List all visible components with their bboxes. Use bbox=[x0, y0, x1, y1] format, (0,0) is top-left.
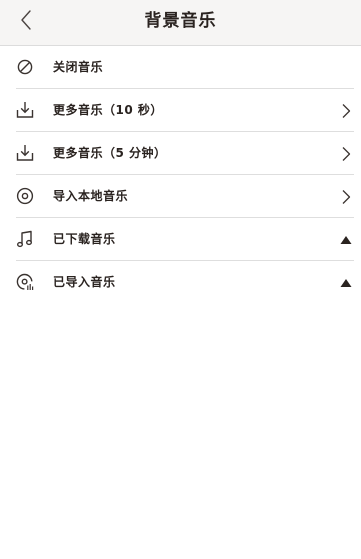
background-music-menu: 关闭音乐 更多音乐（10 秒） 更多音乐（5 分钟） 导入本地音乐 已下载音乐 … bbox=[0, 46, 361, 304]
menu-item-imported-music[interactable]: 已导入音乐 bbox=[0, 261, 361, 304]
menu-item-label: 已下载音乐 bbox=[53, 232, 116, 246]
disabled-icon bbox=[15, 57, 35, 77]
page-title: 背景音乐 bbox=[144, 11, 217, 31]
chevron-right-icon bbox=[338, 188, 354, 205]
menu-item-more-music-5min[interactable]: 更多音乐（5 分钟） bbox=[0, 132, 361, 175]
menu-item-downloaded-music[interactable]: 已下载音乐 bbox=[0, 218, 361, 261]
chevron-left-icon bbox=[19, 9, 33, 35]
triangle-up-icon bbox=[338, 231, 354, 248]
menu-item-label: 更多音乐（10 秒） bbox=[53, 103, 163, 117]
menu-item-label: 导入本地音乐 bbox=[53, 189, 129, 203]
triangle-up-icon bbox=[338, 274, 354, 291]
disc-icon bbox=[15, 186, 35, 206]
menu-item-music-off[interactable]: 关闭音乐 bbox=[0, 46, 361, 89]
menu-item-import-local-music[interactable]: 导入本地音乐 bbox=[0, 175, 361, 218]
header-bar: 背景音乐 bbox=[0, 0, 361, 46]
chevron-right-icon bbox=[338, 145, 354, 162]
menu-item-label: 更多音乐（5 分钟） bbox=[53, 146, 167, 160]
chevron-right-icon bbox=[338, 102, 354, 119]
music-note-icon bbox=[15, 229, 35, 249]
back-button[interactable] bbox=[10, 6, 42, 38]
download-icon bbox=[15, 100, 35, 120]
menu-item-label: 已导入音乐 bbox=[53, 275, 116, 289]
menu-item-label: 关闭音乐 bbox=[53, 60, 104, 74]
menu-item-more-music-10s[interactable]: 更多音乐（10 秒） bbox=[0, 89, 361, 132]
download-icon bbox=[15, 143, 35, 163]
imported-music-icon bbox=[15, 272, 35, 292]
